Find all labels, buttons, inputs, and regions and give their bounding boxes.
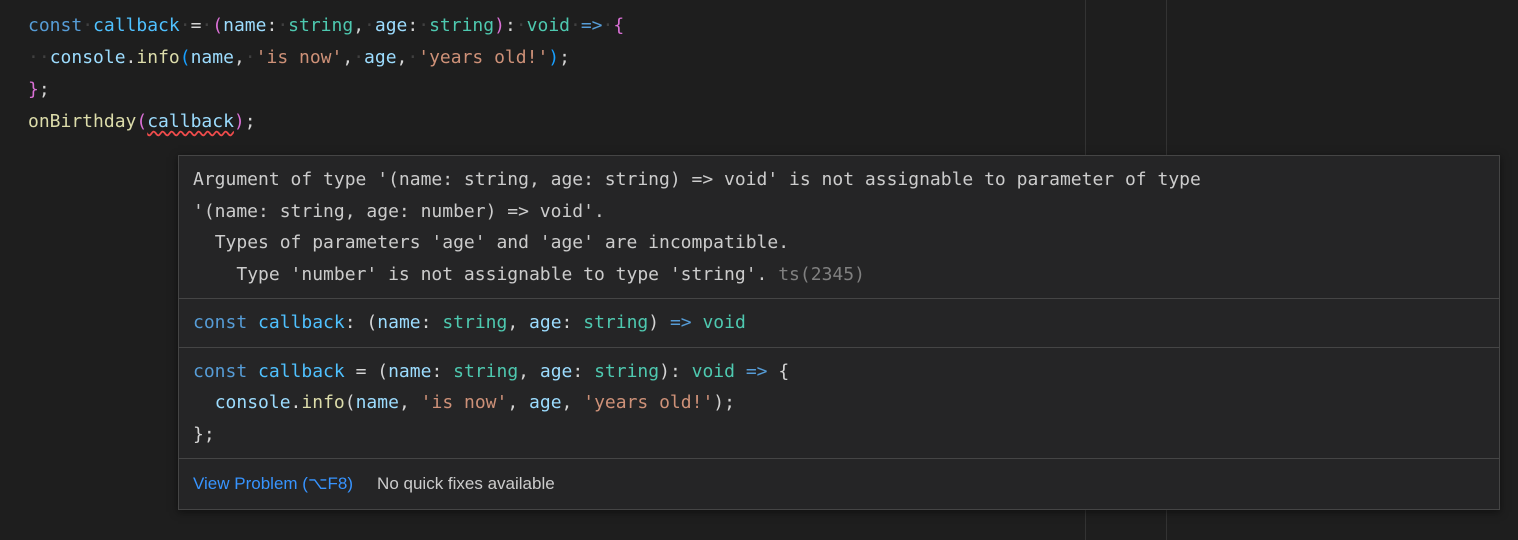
error-token: callback xyxy=(147,111,234,132)
code-line: }; xyxy=(28,74,1518,106)
code-line: ··console.info(name,·'is now',·age,·'yea… xyxy=(28,42,1518,74)
tooltip-definition: const callback = (name: string, age: str… xyxy=(179,348,1499,460)
no-quick-fix-label: No quick fixes available xyxy=(377,469,555,499)
tooltip-signature: const callback: (name: string, age: stri… xyxy=(179,299,1499,348)
hover-tooltip: Argument of type '(name: string, age: st… xyxy=(178,155,1500,510)
code-line: const·callback·=·(name:·string,·age:·str… xyxy=(28,10,1518,42)
tooltip-error-message: Argument of type '(name: string, age: st… xyxy=(179,156,1499,299)
code-editor[interactable]: const·callback·=·(name:·string,·age:·str… xyxy=(0,0,1518,138)
error-code: ts(2345) xyxy=(778,264,865,285)
code-line: onBirthday(callback); xyxy=(28,106,1518,138)
tooltip-footer: View Problem (⌥F8) No quick fixes availa… xyxy=(179,459,1499,509)
view-problem-link[interactable]: View Problem (⌥F8) xyxy=(193,469,353,499)
